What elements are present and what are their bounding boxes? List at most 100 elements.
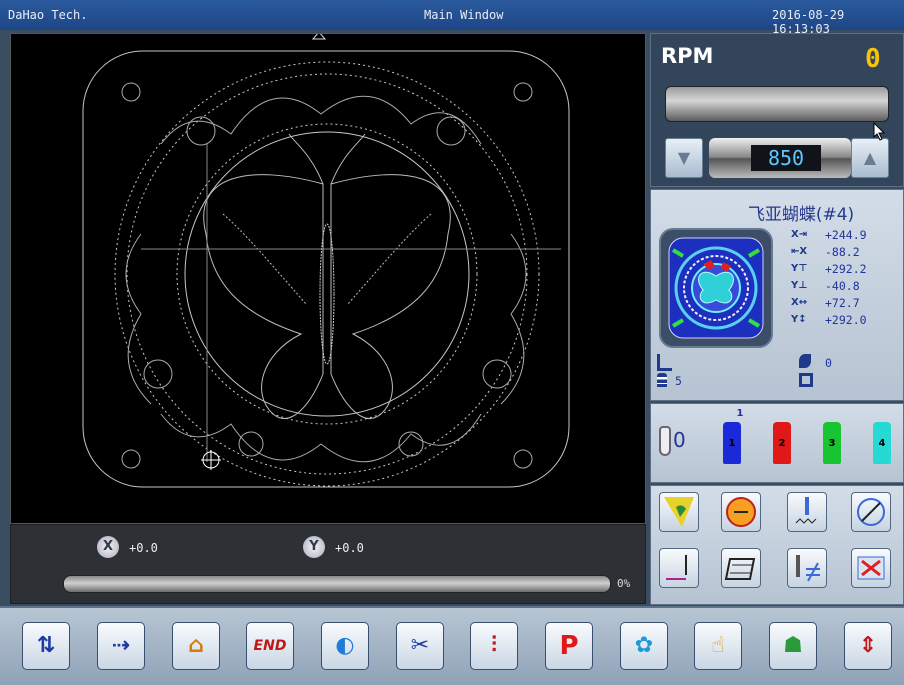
frame-icon: ◐	[335, 633, 355, 658]
needles-button[interactable]: ⫶	[470, 622, 518, 670]
spool-2[interactable]: 2	[773, 422, 791, 464]
y-min-value: -40.8	[825, 279, 860, 293]
stat-row: Y⊤ +292.2	[779, 262, 899, 279]
title-bar: DaHao Tech. Main Window 2016-08-29 16:13…	[0, 0, 904, 36]
bobbin-value: 5	[675, 374, 682, 388]
speed-setting-value: 850	[751, 145, 821, 171]
needles-icon: ⫶	[491, 633, 497, 658]
design-thumbnail-image	[668, 237, 764, 339]
fill-pattern-icon	[724, 558, 756, 580]
trim-icon: ✂	[410, 633, 430, 658]
brand-label: DaHao Tech.	[8, 8, 88, 22]
stat-row: Y↕ +292.0	[779, 313, 899, 330]
delete-button[interactable]	[851, 548, 891, 588]
design-preview-drawing	[82, 31, 570, 488]
stat-row: ⇤X -88.2	[779, 245, 899, 262]
window-title: Main Window	[424, 8, 504, 22]
y-min-icon: Y⊥	[791, 280, 808, 291]
rpm-label: RPM	[661, 44, 714, 68]
home-button[interactable]: ⌂	[172, 622, 220, 670]
color-change-icon	[799, 373, 813, 387]
speed-down-button[interactable]: ▼	[665, 138, 703, 178]
needle-not-equal-button[interactable]	[787, 548, 827, 588]
design-inner-ring	[176, 123, 478, 425]
delete-icon	[857, 556, 885, 580]
sequin-button[interactable]	[659, 492, 699, 532]
rotate-cancel-icon	[857, 498, 885, 526]
hand-icon: ☝	[711, 633, 725, 658]
needle-not-equal-icon	[796, 555, 820, 582]
trim-count-icon	[799, 354, 811, 368]
spool-3-number: 3	[828, 438, 836, 449]
end-button[interactable]: END	[246, 622, 294, 670]
y-coordinate-value: +0.0	[335, 541, 364, 555]
stitch-button[interactable]: ⇢	[97, 622, 145, 670]
design-name: 飞亚蝴蝶(#4)	[747, 205, 855, 225]
spool-3[interactable]: 3	[823, 422, 841, 464]
stitch-progress-bar	[63, 575, 611, 593]
function-button-panel	[650, 485, 904, 605]
speed-up-button[interactable]: ▲	[851, 138, 889, 178]
progress-percent: 0%	[617, 577, 631, 590]
width-icon: X↔	[791, 297, 808, 308]
user-button[interactable]: ☗	[769, 622, 817, 670]
stat-row: X↔ +72.7	[779, 296, 899, 313]
speed-dial-button[interactable]	[721, 492, 761, 532]
coordinate-panel: X +0.0 Y +0.0 0%	[10, 524, 646, 604]
width-value: +72.7	[825, 296, 860, 310]
height-icon: Y↕	[791, 314, 807, 325]
hand-button[interactable]: ☝	[694, 622, 742, 670]
stat-row: Y⊥ -40.8	[779, 279, 899, 296]
spool-4[interactable]: 4	[873, 422, 891, 464]
butterfly-figure	[203, 133, 451, 419]
spool-2-number: 2	[778, 438, 786, 449]
cursor-icon	[873, 122, 886, 141]
x-min-icon: ⇤X	[791, 246, 808, 257]
spool-1[interactable]: 1	[723, 422, 741, 464]
zigzag-stitch-icon	[795, 497, 817, 524]
pattern-button[interactable]: ✿	[620, 622, 668, 670]
active-needle-marker: 1	[736, 408, 744, 419]
speed-setting-display: 850	[709, 138, 851, 178]
needle-set-icon: ⇅	[36, 633, 56, 658]
parameter-icon: P	[559, 631, 579, 661]
manual-stitch-button[interactable]	[659, 548, 699, 588]
design-info-panel: 飞亚蝴蝶(#4) X⇥ +244.9 ⇤X -88.2 Y⊤ +292.2 Y⊥…	[650, 189, 904, 401]
stitch-icon: ⇢	[111, 633, 131, 658]
spool-1-number: 1	[728, 438, 736, 449]
needle-color-panel: 0 1 1 2 3 4	[650, 403, 904, 483]
rpm-gauge-bar	[665, 86, 889, 122]
design-thumbnail[interactable]	[659, 228, 773, 348]
zigzag-stitch-button[interactable]	[787, 492, 827, 532]
design-dimensions-list: X⇥ +244.9 ⇤X -88.2 Y⊤ +292.2 Y⊥ -40.8 X↔…	[779, 228, 899, 330]
design-canvas[interactable]	[10, 31, 646, 524]
y-axis-icon: Y	[303, 536, 325, 558]
trim-count-value: 0	[825, 356, 832, 370]
manual-stitch-icon	[666, 555, 687, 580]
home-icon: ⌂	[188, 633, 204, 658]
x-axis-icon: X	[97, 536, 119, 558]
bottom-toolbar: ⇅ ⇢ ⌂ END ◐ ✂ ⫶ P ✿ ☝ ☗ ⇕	[0, 606, 904, 685]
design-outer-frame	[82, 50, 570, 488]
needle-set-button[interactable]: ⇅	[22, 622, 70, 670]
rotate-cancel-button[interactable]	[851, 492, 891, 532]
direction-button[interactable]: ⇕	[844, 622, 892, 670]
y-max-icon: Y⊤	[791, 263, 808, 274]
pattern-icon: ✿	[634, 633, 654, 658]
stat-row: X⇥ +244.9	[779, 228, 899, 245]
x-max-value: +244.9	[825, 228, 867, 242]
needle-icon	[659, 426, 671, 456]
parameter-button[interactable]: P	[545, 622, 593, 670]
speed-dial-icon	[726, 497, 756, 527]
user-icon: ☗	[783, 633, 803, 658]
trim-button[interactable]: ✂	[396, 622, 444, 670]
x-coordinate-value: +0.0	[129, 541, 158, 555]
rpm-value: 0	[865, 44, 881, 74]
current-needle-value: 0	[673, 428, 686, 452]
frame-button[interactable]: ◐	[321, 622, 369, 670]
end-icon: END	[253, 638, 287, 654]
x-max-icon: X⇥	[791, 229, 808, 240]
direction-icon: ⇕	[858, 633, 878, 658]
fill-pattern-button[interactable]	[721, 548, 761, 588]
rpm-panel: RPM 0 ▼ 850 ▲	[650, 33, 904, 187]
